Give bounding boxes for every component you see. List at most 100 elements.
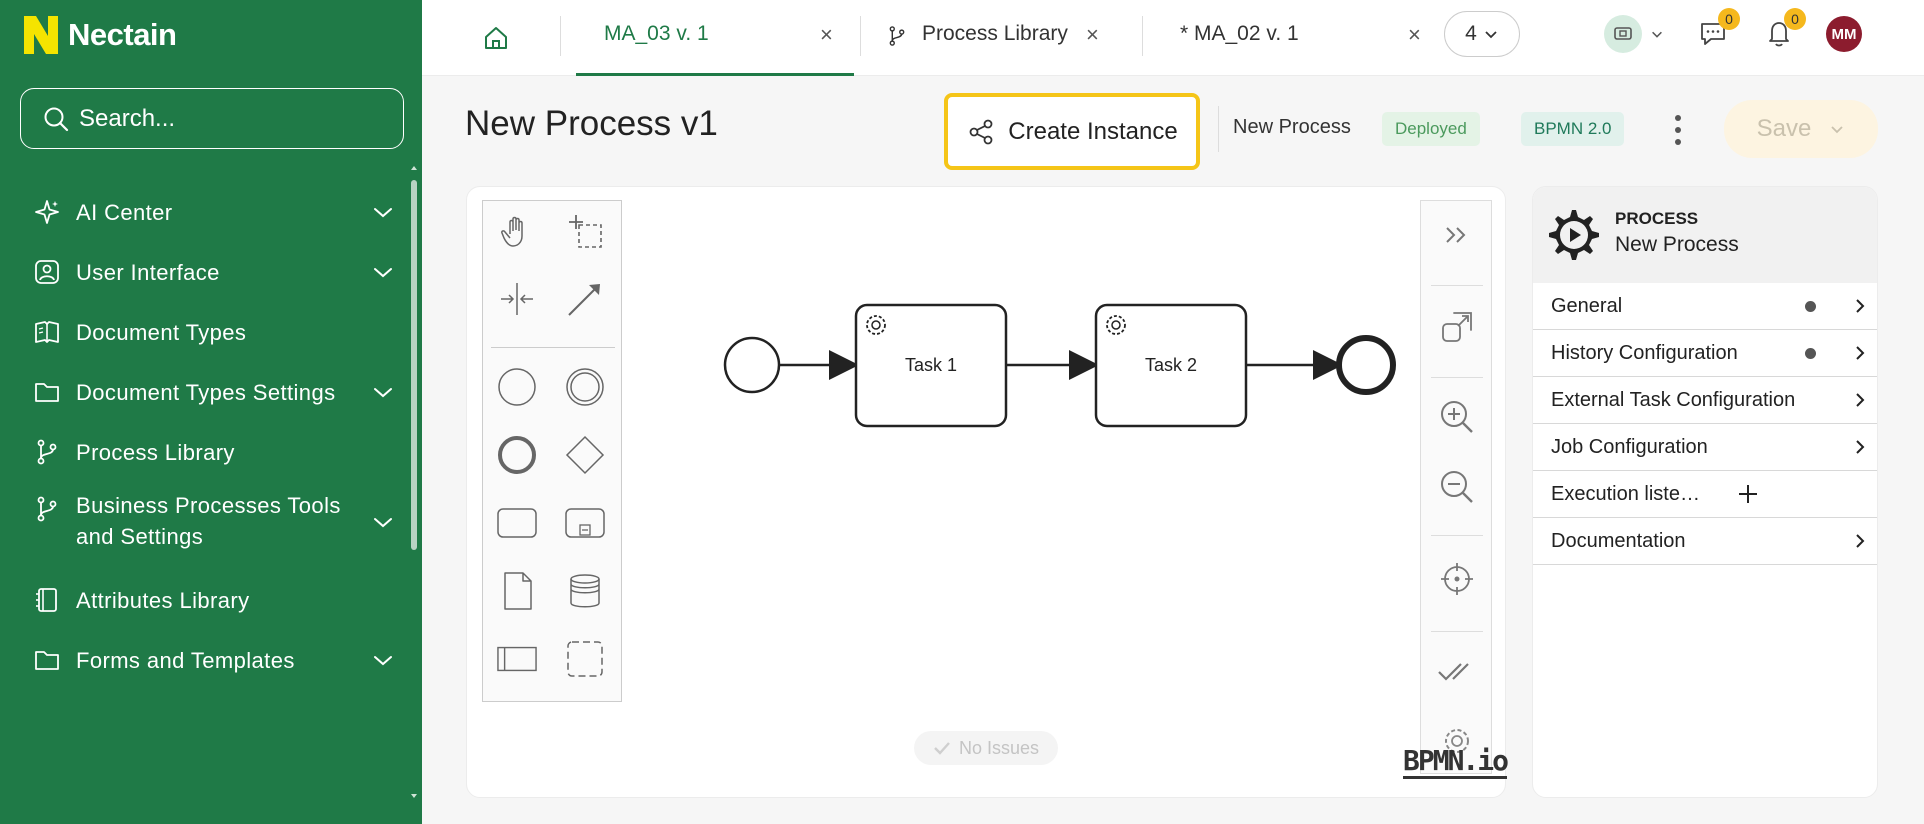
pool-icon[interactable]: [497, 639, 537, 679]
prop-group-execution-listeners[interactable]: Execution liste…: [1533, 471, 1877, 518]
reset-view-icon[interactable]: [1437, 559, 1477, 599]
subprocess-icon[interactable]: [565, 503, 605, 543]
zoom-out-icon[interactable]: [1437, 467, 1477, 507]
end-event[interactable]: [1336, 335, 1396, 395]
sidebar-item-document-types-settings[interactable]: Document Types Settings: [0, 370, 410, 414]
process-gear-icon: [1549, 210, 1599, 260]
app-name: Nectain: [68, 17, 177, 52]
messages-button[interactable]: 0: [1698, 8, 1740, 50]
notebook-icon: [32, 585, 62, 615]
hidden-tabs-count: 4: [1465, 22, 1477, 45]
start-event[interactable]: [723, 336, 781, 394]
bpmn-io-watermark[interactable]: BPMN.io: [1403, 746, 1509, 779]
tab-ma-02[interactable]: * MA_02 v. 1 ×: [1144, 0, 1434, 76]
save-label: Save: [1756, 115, 1812, 142]
search-input[interactable]: [79, 104, 379, 133]
chevron-down-icon[interactable]: [370, 647, 396, 673]
sidebar-item-document-types[interactable]: Document Types: [0, 310, 410, 354]
prop-group-label: History Configuration: [1551, 341, 1738, 364]
nectain-logo-icon: [24, 16, 58, 54]
book-icon: [32, 317, 62, 347]
sidebar-item-attributes-library[interactable]: Attributes Library: [0, 578, 410, 622]
prop-group-label: Documentation: [1551, 529, 1686, 552]
data-store-icon[interactable]: [565, 571, 605, 611]
task-icon[interactable]: [497, 503, 537, 543]
connect-tool-icon[interactable]: [565, 279, 605, 319]
add-icon[interactable]: [1737, 483, 1759, 505]
active-tab-indicator: [576, 73, 854, 76]
prop-group-label: Job Configuration: [1551, 435, 1708, 458]
validation-status-label: No Issues: [958, 737, 1040, 758]
sidebar-item-ai-center[interactable]: AI Center: [0, 190, 410, 234]
task-label: Task 1: [904, 355, 958, 375]
lasso-tool-icon[interactable]: [565, 211, 605, 251]
app-logo[interactable]: Nectain: [24, 16, 177, 54]
chevron-right-icon: [1856, 346, 1865, 360]
bpmn-canvas[interactable]: [466, 186, 1506, 798]
bpmn-diagram: [723, 303, 1396, 428]
tool-palette: [482, 200, 622, 702]
intermediate-event-icon[interactable]: [565, 367, 605, 407]
zoom-in-icon[interactable]: [1437, 397, 1477, 437]
check-icon: [934, 742, 950, 755]
start-event-icon[interactable]: [497, 367, 537, 407]
prop-group-general[interactable]: General: [1533, 283, 1877, 330]
chevron-down-icon[interactable]: [370, 509, 396, 535]
more-tabs-dropdown[interactable]: 4: [1444, 11, 1520, 57]
tab-label: MA_03 v. 1: [604, 22, 709, 45]
close-icon[interactable]: ×: [1408, 22, 1421, 48]
avatar[interactable]: MM: [1826, 16, 1862, 52]
prop-group-job-configuration[interactable]: Job Configuration: [1533, 424, 1877, 471]
group-icon[interactable]: [565, 639, 605, 679]
tab-process-library[interactable]: Process Library ×: [862, 0, 1122, 76]
sidebar-item-process-library[interactable]: Process Library: [0, 430, 410, 474]
chevron-down-icon[interactable]: [370, 379, 396, 405]
task-label: Task 2: [1144, 355, 1198, 375]
sidebar-item-label: Business Processes Tools and Settings: [76, 493, 341, 549]
prop-group-documentation[interactable]: Documentation: [1533, 518, 1877, 565]
prop-group-history-configuration[interactable]: History Configuration: [1533, 330, 1877, 377]
home-tab[interactable]: [482, 0, 532, 76]
workspace-icon: [1604, 15, 1642, 53]
share-icon: [969, 119, 993, 144]
prop-group-label: External Task Configuration: [1551, 388, 1796, 411]
notifications-button[interactable]: 0: [1764, 8, 1806, 50]
search-icon: [44, 107, 69, 131]
chevron-down-icon[interactable]: [370, 199, 396, 225]
end-event-icon[interactable]: [497, 435, 537, 475]
status-badge: Deployed: [1382, 112, 1480, 146]
chevron-down-icon[interactable]: [370, 259, 396, 285]
properties-panel: PROCESS New Process General History Conf…: [1532, 186, 1878, 798]
validate-icon[interactable]: [1437, 651, 1477, 691]
close-icon[interactable]: ×: [820, 22, 833, 48]
minimap-icon[interactable]: [1437, 307, 1477, 347]
sidebar-item-label: Forms and Templates: [76, 647, 295, 673]
search-box[interactable]: [20, 88, 404, 149]
prop-group-external-task-configuration[interactable]: External Task Configuration: [1533, 377, 1877, 424]
sidebar-item-business-processes-tools[interactable]: Business Processes Tools and Settings: [0, 490, 410, 554]
toolbar-divider: [1431, 377, 1483, 378]
hand-tool-icon[interactable]: [497, 211, 537, 251]
tab-ma-03[interactable]: MA_03 v. 1 ×: [576, 0, 856, 76]
tab-separator: [1142, 16, 1143, 56]
space-tool-icon[interactable]: [497, 279, 537, 319]
validation-status: No Issues: [914, 731, 1058, 765]
scroll-up-arrow-icon[interactable]: [410, 164, 418, 172]
sidebar-item-label: User Interface: [76, 259, 220, 285]
chevron-right-icon: [1856, 440, 1865, 454]
gateway-icon[interactable]: [565, 435, 605, 475]
workspace-switcher[interactable]: [1604, 14, 1674, 54]
scroll-down-arrow-icon[interactable]: [410, 792, 418, 800]
expand-panel-icon[interactable]: [1437, 215, 1477, 255]
data-object-icon[interactable]: [497, 571, 537, 611]
sidebar-item-user-interface[interactable]: User Interface: [0, 250, 410, 294]
more-options-icon[interactable]: [1668, 112, 1688, 148]
scrollbar-thumb[interactable]: [411, 180, 417, 550]
sidebar-item-forms-and-templates[interactable]: Forms and Templates: [0, 638, 410, 682]
prop-group-label: Execution liste…: [1551, 482, 1700, 505]
home-icon: [485, 27, 507, 49]
close-icon[interactable]: ×: [1086, 22, 1099, 48]
sidebar-scrollbar[interactable]: [410, 166, 418, 798]
create-instance-button[interactable]: Create Instance: [944, 93, 1200, 170]
save-button[interactable]: Save: [1724, 100, 1878, 158]
